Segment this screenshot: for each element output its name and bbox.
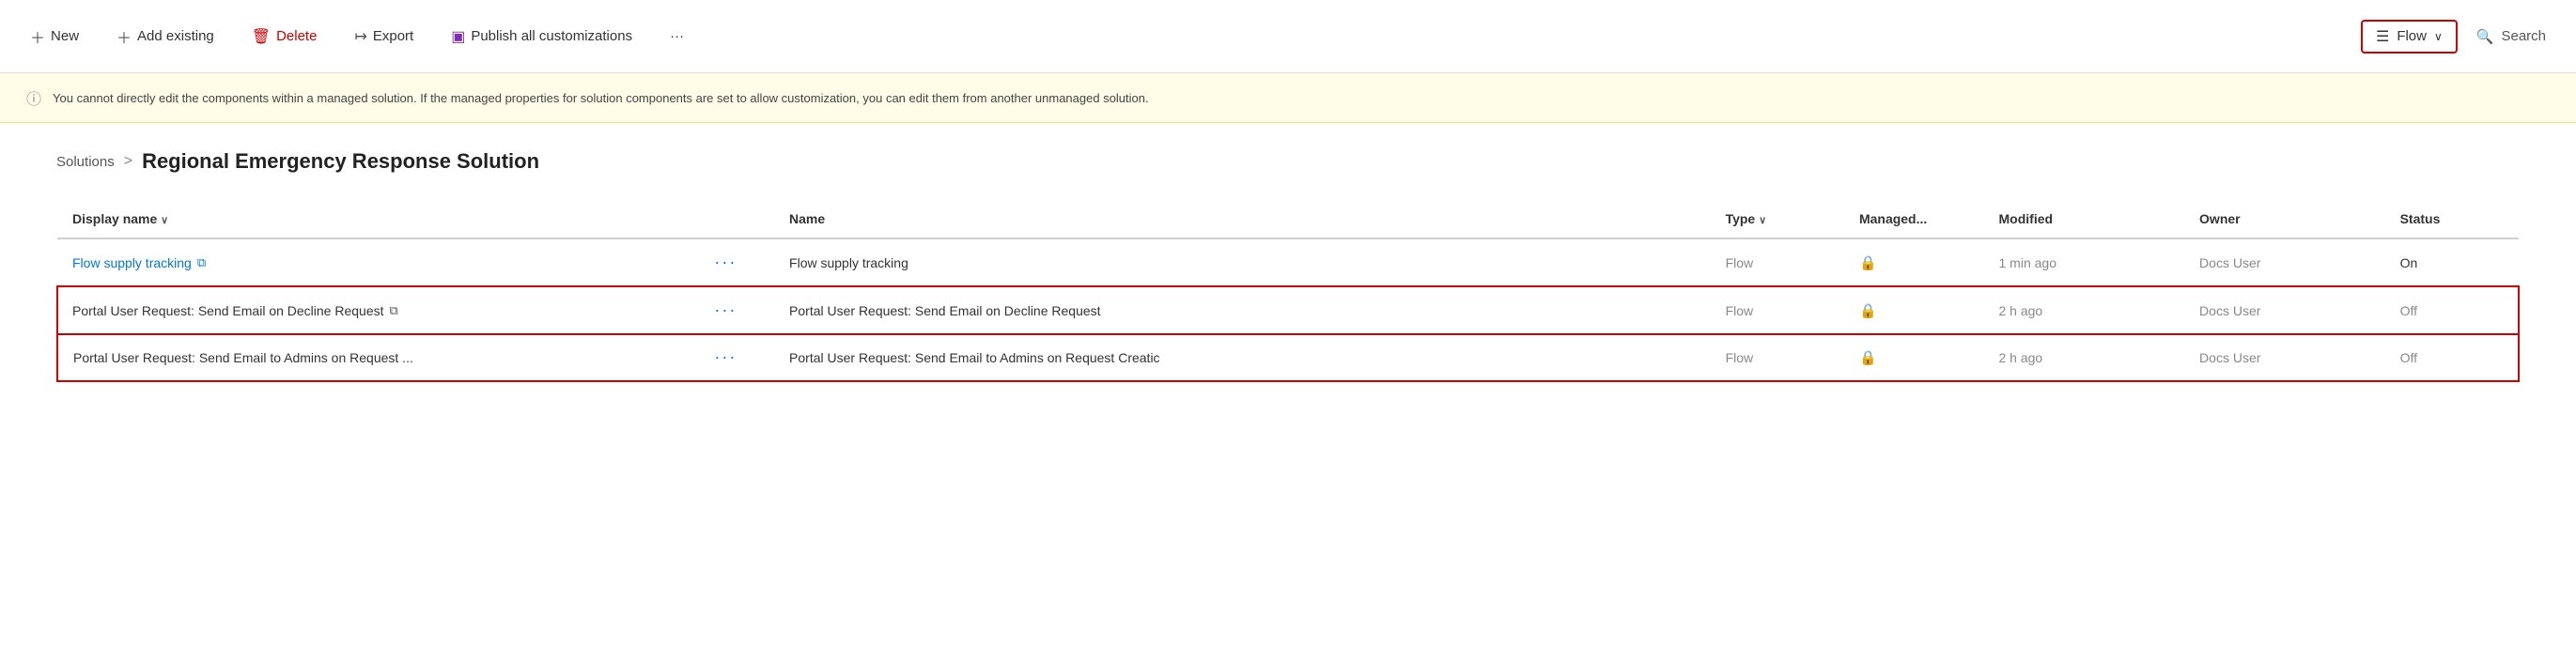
new-button[interactable]: ＋ New (23, 22, 86, 52)
col-header-status: Status (2385, 200, 2519, 238)
cell-name-1: Flow supply tracking (774, 238, 1711, 286)
cell-owner-1: Docs User (2184, 238, 2385, 286)
row2-display-text: Portal User Request: Send Email on Decli… (72, 303, 684, 318)
search-icon: 🔍 (2476, 28, 2494, 45)
cell-managed-1: 🔒 (1844, 238, 1984, 286)
delete-label: Delete (276, 28, 317, 44)
breadcrumb-parent[interactable]: Solutions (56, 154, 115, 170)
table-section: Display name ∨ Name Type ∨ Managed... Mo… (0, 181, 2576, 401)
cell-status-3: Off (2385, 334, 2519, 382)
lock-icon-2: 🔒 (1859, 303, 1877, 319)
cell-name-3: Portal User Request: Send Email to Admin… (774, 334, 1711, 382)
breadcrumb-section: Solutions > Regional Emergency Response … (0, 123, 2576, 181)
toolbar: ＋ New ＋ Add existing 🗑 Delete ↦ Export ▣… (0, 0, 2576, 73)
hamburger-icon: ☰ (2376, 27, 2389, 46)
export-label: Export (373, 28, 413, 44)
table-row: Flow supply tracking ⧉ ··· Flow supply t… (57, 238, 2519, 286)
more-label: ··· (670, 28, 684, 44)
sort-icon-type: ∨ (1759, 215, 1766, 226)
trash-icon: 🗑 (252, 27, 271, 46)
warning-message: You cannot directly edit the components … (53, 91, 1149, 105)
table-row: Portal User Request: Send Email on Decli… (57, 286, 2519, 334)
cell-type-2: Flow (1711, 286, 1844, 334)
cell-owner-3: Docs User (2184, 334, 2385, 382)
info-icon: ⓘ (26, 86, 41, 109)
cell-modified-1: 1 min ago (1984, 238, 2185, 286)
publish-icon: ▣ (451, 27, 465, 46)
add-existing-button[interactable]: ＋ Add existing (109, 22, 222, 52)
flow-dropdown-button[interactable]: ☰ Flow ∨ (2361, 20, 2458, 54)
plus-icon: ＋ (30, 25, 45, 48)
publish-button[interactable]: ▣ Publish all customizations (443, 23, 640, 50)
col-header-type[interactable]: Type ∨ (1711, 200, 1844, 238)
search-label: Search (2501, 28, 2546, 44)
data-table: Display name ∨ Name Type ∨ Managed... Mo… (56, 200, 2520, 382)
cell-managed-3: 🔒 (1844, 334, 1984, 382)
cell-status-1: On (2385, 238, 2519, 286)
breadcrumb-separator: > (124, 153, 132, 170)
cell-type-3: Flow (1711, 334, 1844, 382)
flow-supply-tracking-text: Flow supply tracking (72, 255, 192, 270)
row-more-icon-1[interactable]: ··· (714, 253, 737, 271)
row-more-icon-2[interactable]: ··· (714, 300, 737, 319)
cell-dots-3: ··· (699, 334, 774, 382)
warning-banner: ⓘ You cannot directly edit the component… (0, 73, 2576, 123)
col-header-name: Name (774, 200, 1711, 238)
sort-icon-display: ∨ (161, 215, 168, 226)
table-row: Portal User Request: Send Email to Admin… (57, 334, 2519, 382)
publish-label: Publish all customizations (471, 28, 632, 44)
toolbar-right: ☰ Flow ∨ 🔍 Search (2361, 20, 2553, 54)
cell-dots-1: ··· (699, 238, 774, 286)
export-icon: ↦ (354, 27, 366, 46)
col-header-managed: Managed... (1844, 200, 1984, 238)
breadcrumb: Solutions > Regional Emergency Response … (56, 149, 2520, 174)
external-link-icon-1: ⧉ (197, 255, 206, 270)
cell-owner-2: Docs User (2184, 286, 2385, 334)
flow-label: Flow (2397, 28, 2427, 44)
cell-status-2: Off (2385, 286, 2519, 334)
chevron-down-icon: ∨ (2434, 30, 2443, 43)
new-label: New (51, 28, 79, 44)
cell-managed-2: 🔒 (1844, 286, 1984, 334)
cell-modified-3: 2 h ago (1984, 334, 2185, 382)
col-header-modified: Modified (1984, 200, 2185, 238)
row-more-icon-3[interactable]: ··· (714, 347, 737, 366)
external-link-icon-2: ⧉ (390, 303, 398, 318)
cell-display-name-2: Portal User Request: Send Email on Decli… (57, 286, 699, 334)
more-button[interactable]: ··· (662, 24, 691, 48)
table-header-row: Display name ∨ Name Type ∨ Managed... Mo… (57, 200, 2519, 238)
col-header-display-name[interactable]: Display name ∨ (57, 200, 699, 238)
cell-modified-2: 2 h ago (1984, 286, 2185, 334)
col-header-dots (699, 200, 774, 238)
lock-icon-3: 🔒 (1859, 350, 1877, 366)
cell-name-2: Portal User Request: Send Email on Decli… (774, 286, 1711, 334)
breadcrumb-current: Regional Emergency Response Solution (142, 149, 539, 174)
plus-icon-2: ＋ (116, 25, 132, 48)
cell-type-1: Flow (1711, 238, 1844, 286)
delete-button[interactable]: 🗑 Delete (244, 23, 325, 50)
cell-display-name-3: Portal User Request: Send Email to Admin… (57, 334, 699, 382)
lock-icon-1: 🔒 (1859, 255, 1877, 271)
export-button[interactable]: ↦ Export (347, 23, 421, 50)
col-header-owner: Owner (2184, 200, 2385, 238)
add-existing-label: Add existing (137, 28, 214, 44)
cell-display-name-1: Flow supply tracking ⧉ (57, 238, 699, 286)
search-button[interactable]: 🔍 Search (2469, 24, 2553, 49)
cell-dots-2: ··· (699, 286, 774, 334)
flow-supply-tracking-link[interactable]: Flow supply tracking ⧉ (72, 255, 684, 270)
